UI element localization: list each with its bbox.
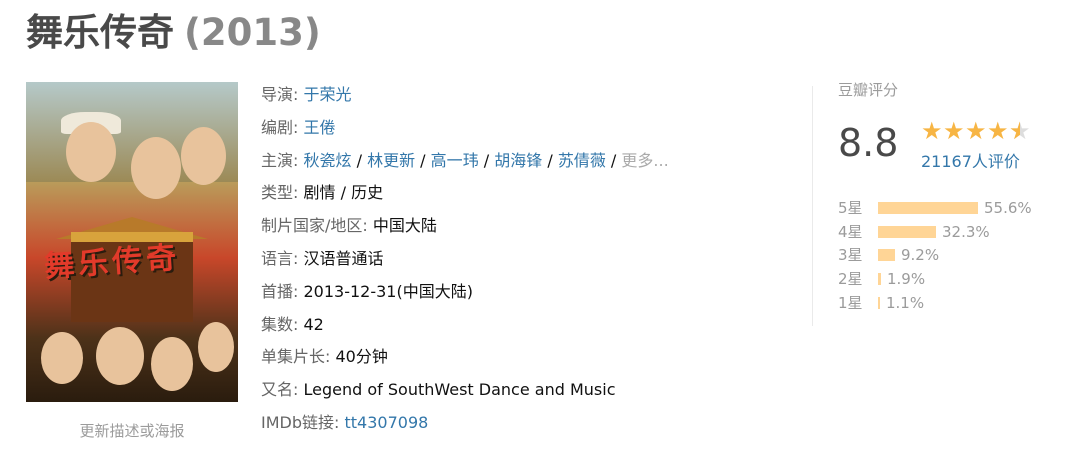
aka-value: Legend of SouthWest Dance and Music — [303, 380, 616, 400]
dist-percent: 1.9% — [887, 270, 926, 289]
country-label: 制片国家/地区: — [261, 216, 368, 236]
dist-row-1: 1星 1.1% — [838, 291, 1032, 315]
dist-bar — [878, 201, 978, 214]
cast-more-link[interactable]: 更多... — [621, 151, 668, 170]
dist-row-5: 5星 55.6% — [838, 196, 1032, 220]
genre-row: 类型: 剧情 / 历史 — [261, 178, 669, 211]
runtime-value: 40分钟 — [335, 347, 388, 367]
poster-face — [198, 322, 234, 372]
cast-link[interactable]: 林更新 — [367, 151, 415, 170]
aka-label: 又名: — [261, 380, 299, 400]
dist-label: 3星 — [838, 246, 863, 265]
country-row: 制片国家/地区: 中国大陆 — [261, 211, 669, 244]
dist-percent: 9.2% — [901, 246, 940, 265]
rating-panel: 豆瓣评分 8.8 ★ ★ ★ ★ ★ ★ 21167人评价 — [838, 80, 1031, 171]
writer-row: 编剧: 王倦 — [261, 113, 669, 146]
premiere-value: 2013-12-31(中国大陆) — [303, 281, 473, 301]
poster-face — [96, 327, 144, 385]
dist-label: 2星 — [838, 270, 863, 289]
premiere-row: 首播: 2013-12-31(中国大陆) — [261, 277, 669, 310]
poster-face — [66, 122, 116, 182]
star-icon: ★ — [943, 117, 965, 145]
runtime-row: 单集片长: 40分钟 — [261, 342, 669, 375]
half-star-icon: ★ ★ — [1009, 117, 1031, 145]
writer-label: 编剧: — [261, 117, 299, 137]
writer-link[interactable]: 王倦 — [304, 118, 336, 137]
dist-percent: 32.3% — [942, 222, 990, 241]
poster-image[interactable]: 舞乐传奇 — [26, 82, 238, 402]
episodes-row: 集数: 42 — [261, 310, 669, 343]
dist-label: 5星 — [838, 198, 863, 217]
cast-label: 主演: — [261, 150, 299, 170]
runtime-label: 单集片长: — [261, 347, 331, 367]
divider — [812, 86, 813, 326]
rating-header: 豆瓣评分 — [838, 81, 899, 99]
dist-label: 4星 — [838, 222, 863, 241]
cast-link[interactable]: 胡海锋 — [494, 151, 542, 170]
premiere-label: 首播: — [261, 281, 299, 301]
episodes-label: 集数: — [261, 314, 299, 334]
country-value: 中国大陆 — [372, 216, 437, 236]
page-title: 舞乐传奇 (2013) — [26, 8, 321, 58]
dist-label: 1星 — [838, 294, 863, 313]
dist-bar — [878, 297, 880, 310]
director-row: 导演: 于荣光 — [261, 80, 669, 113]
poster-face — [41, 332, 83, 384]
title-year: (2013) — [184, 11, 321, 54]
dist-bar — [878, 249, 895, 262]
dist-percent: 1.1% — [886, 294, 925, 313]
star-icon: ★ — [987, 117, 1009, 145]
star-icon: ★ — [965, 117, 987, 145]
update-poster-link[interactable]: 更新描述或海报 — [26, 420, 238, 441]
imdb-label: IMDb链接: — [261, 412, 340, 432]
episodes-value: 42 — [303, 314, 324, 334]
dist-bar — [878, 225, 936, 238]
rating-score: 8.8 — [838, 121, 899, 165]
imdb-link[interactable]: tt4307098 — [345, 413, 429, 432]
poster-face — [181, 127, 226, 185]
director-link[interactable]: 于荣光 — [304, 85, 352, 104]
aka-row: 又名: Legend of SouthWest Dance and Music — [261, 375, 669, 408]
dist-row-2: 2星 1.9% — [838, 267, 1032, 291]
language-value: 汉语普通话 — [303, 248, 384, 268]
info-panel: 导演: 于荣光 编剧: 王倦 主演: 秋瓷炫 / 林更新 / 高一玮 / 胡海锋… — [261, 80, 669, 441]
dist-percent: 55.6% — [984, 198, 1032, 217]
cast-link[interactable]: 高一玮 — [431, 151, 479, 170]
genre-value: 剧情 / 历史 — [303, 183, 384, 203]
poster-face — [151, 337, 193, 391]
language-row: 语言: 汉语普通话 — [261, 244, 669, 277]
poster-face — [131, 137, 181, 199]
imdb-row: IMDb链接: tt4307098 — [261, 408, 669, 441]
cast-link[interactable]: 苏倩薇 — [558, 151, 606, 170]
star-icon: ★ — [921, 117, 943, 145]
dist-row-4: 4星 32.3% — [838, 220, 1032, 244]
director-label: 导演: — [261, 85, 299, 104]
rating-distribution: 5星 55.6% 4星 32.3% 3星 9.2% 2星 1.9% 1星 1.1… — [838, 196, 1032, 315]
dist-row-3: 3星 9.2% — [838, 244, 1032, 268]
cast-row: 主演: 秋瓷炫 / 林更新 / 高一玮 / 胡海锋 / 苏倩薇 / 更多... — [261, 150, 669, 170]
votes-link[interactable]: 21167人评价 — [921, 148, 1020, 172]
dist-bar — [878, 273, 881, 286]
cast-link[interactable]: 秋瓷炫 — [304, 151, 352, 170]
language-label: 语言: — [261, 248, 299, 268]
star-rating: ★ ★ ★ ★ ★ ★ — [921, 118, 1031, 144]
genre-label: 类型: — [261, 183, 299, 203]
title-name: 舞乐传奇 — [26, 11, 174, 54]
